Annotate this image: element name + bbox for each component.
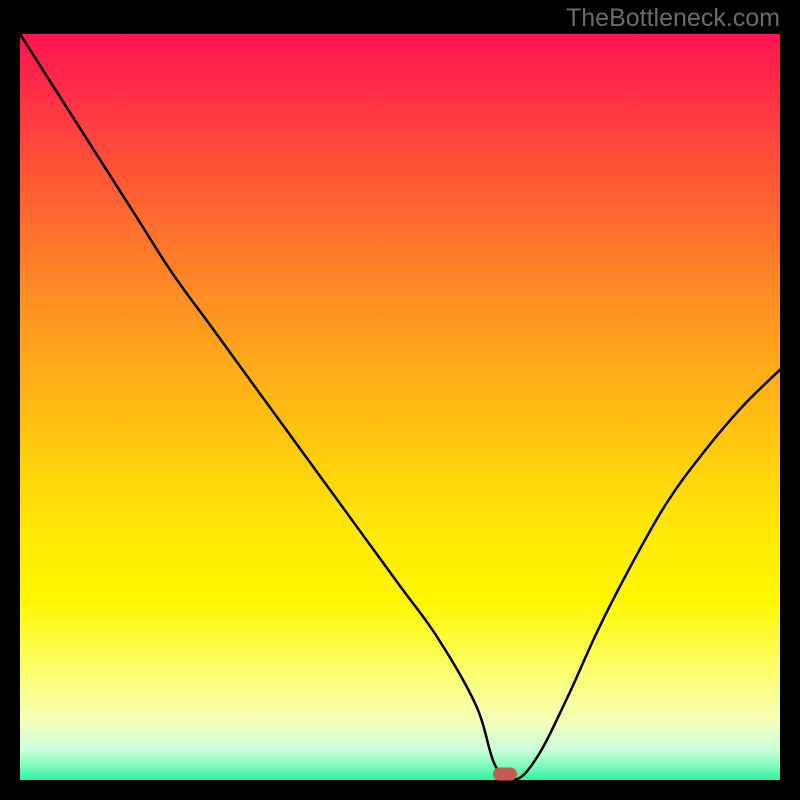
chart-container: TheBottleneck.com	[0, 0, 800, 800]
line-curve	[20, 34, 780, 780]
watermark-text: TheBottleneck.com	[566, 4, 780, 33]
minimum-marker	[493, 768, 517, 781]
plot-area	[20, 34, 780, 780]
